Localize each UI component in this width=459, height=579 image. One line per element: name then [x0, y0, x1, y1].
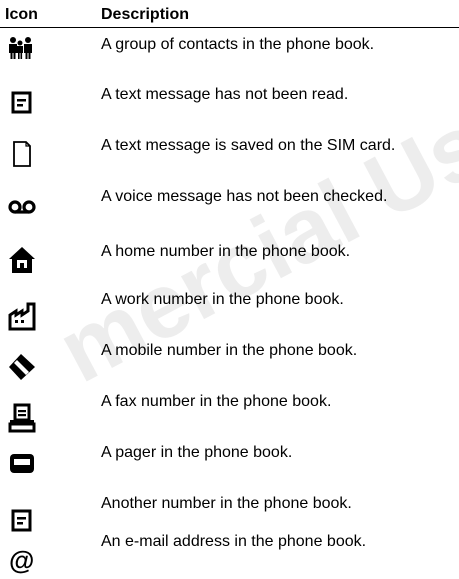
table-row: A pager in the phone book.: [0, 442, 459, 490]
table-row: A text message has not been read.: [0, 84, 459, 132]
voicemail-icon: [7, 191, 37, 221]
table-row: A group of contacts in the phone book.: [0, 34, 459, 82]
row-description: A text message has not been read.: [101, 86, 349, 103]
row-description: Another number in the phone book.: [101, 495, 352, 512]
table-row: A work number in the phone book.: [0, 289, 459, 337]
row-description: A text message is saved on the SIM card.: [101, 137, 396, 154]
row-description: A home number in the phone book.: [101, 243, 351, 260]
svg-text:@: @: [9, 545, 34, 574]
home-icon: [7, 245, 37, 275]
table-row: A mobile number in the phone book.: [0, 340, 459, 388]
group-icon: [7, 34, 37, 64]
mobile-icon: [7, 352, 37, 382]
table-row: @ An e-mail address in the phone book.: [0, 530, 459, 578]
table-header: Icon Description: [0, 0, 459, 28]
description-column-header: Description: [101, 6, 190, 23]
table-row: A text message is saved on the SIM card.: [0, 135, 459, 183]
sim-card-icon: [7, 139, 37, 169]
row-description: A mobile number in the phone book.: [101, 342, 358, 359]
icon-column-header: Icon: [5, 6, 38, 23]
fax-icon: [7, 403, 37, 433]
row-description: A work number in the phone book.: [101, 291, 344, 308]
row-description: A group of contacts in the phone book.: [101, 36, 375, 53]
pager-icon: [7, 449, 37, 479]
row-description: A voice message has not been checked.: [101, 188, 388, 205]
row-description: A fax number in the phone book.: [101, 393, 332, 410]
unread-message-icon: [7, 88, 37, 118]
row-description: An e-mail address in the phone book.: [101, 533, 367, 550]
row-description: A pager in the phone book.: [101, 444, 293, 461]
email-icon: @: [7, 544, 37, 574]
table-row: A home number in the phone book.: [0, 237, 459, 285]
table-row: A voice message has not been checked.: [0, 186, 459, 234]
table-row: A fax number in the phone book.: [0, 391, 459, 439]
work-icon: [7, 301, 37, 331]
